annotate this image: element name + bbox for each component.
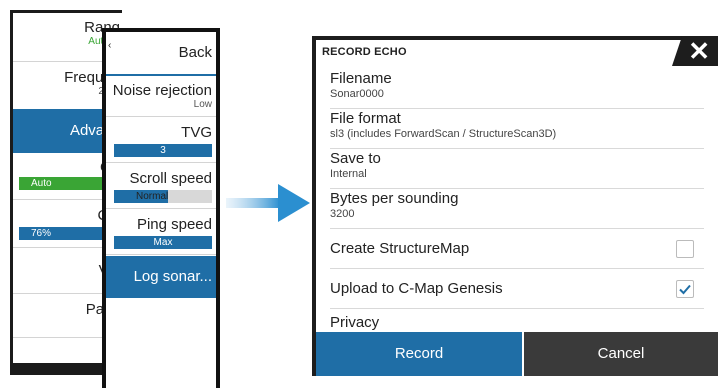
tvg-label: TVG: [181, 124, 212, 141]
record-echo-dialog: RECORD ECHO Filename Sonar0000 File form…: [312, 36, 718, 376]
filename-value: Sonar0000: [330, 88, 384, 100]
noise-rejection-label: Noise rejection: [112, 82, 212, 99]
filename-label: Filename: [330, 70, 392, 87]
create-structuremap-checkbox[interactable]: [676, 240, 694, 258]
ping-speed-label: Ping speed: [136, 216, 212, 233]
submenu-item-noise-rejection[interactable]: Noise rejection Low: [106, 76, 216, 117]
close-icon: ✕: [688, 36, 710, 66]
record-button[interactable]: Record: [316, 332, 522, 376]
save-to-label: Save to: [330, 150, 381, 167]
back-chevron-icon: ‹: [108, 40, 112, 51]
bytes-per-sounding-label: Bytes per sounding: [330, 190, 459, 207]
submenu-back-item[interactable]: ‹ Back: [106, 32, 216, 76]
cancel-button[interactable]: Cancel: [524, 332, 718, 376]
file-format-label: File format: [330, 110, 401, 127]
scroll-speed-bar[interactable]: Normal: [114, 190, 212, 203]
save-to-row[interactable]: Save to Internal: [330, 150, 704, 189]
submenu-item-tvg[interactable]: TVG 3: [106, 118, 216, 163]
submenu-item-ping-speed[interactable]: Ping speed Max: [106, 210, 216, 255]
file-format-row[interactable]: File format sl3 (includes ForwardScan / …: [330, 110, 704, 149]
upload-cmap-row[interactable]: Upload to C-Map Genesis: [330, 270, 704, 309]
scroll-speed-label: Scroll speed: [129, 170, 212, 187]
advanced-submenu-panel: ‹ Back Noise rejection Low TVG 3 Scroll …: [102, 28, 220, 388]
save-to-value: Internal: [330, 168, 367, 180]
tvg-level-bar[interactable]: 3: [114, 144, 212, 157]
record-echo-dialog-body: RECORD ECHO Filename Sonar0000 File form…: [316, 40, 718, 376]
bytes-per-sounding-row[interactable]: Bytes per sounding 3200: [330, 190, 704, 229]
dialog-title: RECORD ECHO: [322, 46, 407, 58]
flow-arrow-icon: [226, 184, 310, 222]
checkmark-icon: [679, 284, 691, 295]
filename-row[interactable]: Filename Sonar0000: [330, 70, 704, 109]
back-label: Back: [178, 44, 212, 61]
submenu-item-log-sonar[interactable]: Log sonar...: [106, 256, 216, 298]
upload-cmap-checkbox[interactable]: [676, 280, 694, 298]
bytes-per-sounding-value: 3200: [330, 208, 355, 220]
file-format-value: sl3 (includes ForwardScan / StructureSca…: [330, 128, 557, 140]
create-structuremap-label: Create StructureMap: [330, 240, 470, 257]
ping-speed-bar[interactable]: Max: [114, 236, 212, 249]
log-sonar-label: Log sonar...: [133, 268, 212, 285]
create-structuremap-row[interactable]: Create StructureMap: [330, 230, 704, 269]
noise-rejection-value: Low: [193, 99, 212, 110]
upload-cmap-label: Upload to C-Map Genesis: [330, 280, 503, 297]
advanced-submenu-content: ‹ Back Noise rejection Low TVG 3 Scroll …: [106, 32, 216, 388]
submenu-item-scroll-speed[interactable]: Scroll speed Normal: [106, 164, 216, 209]
